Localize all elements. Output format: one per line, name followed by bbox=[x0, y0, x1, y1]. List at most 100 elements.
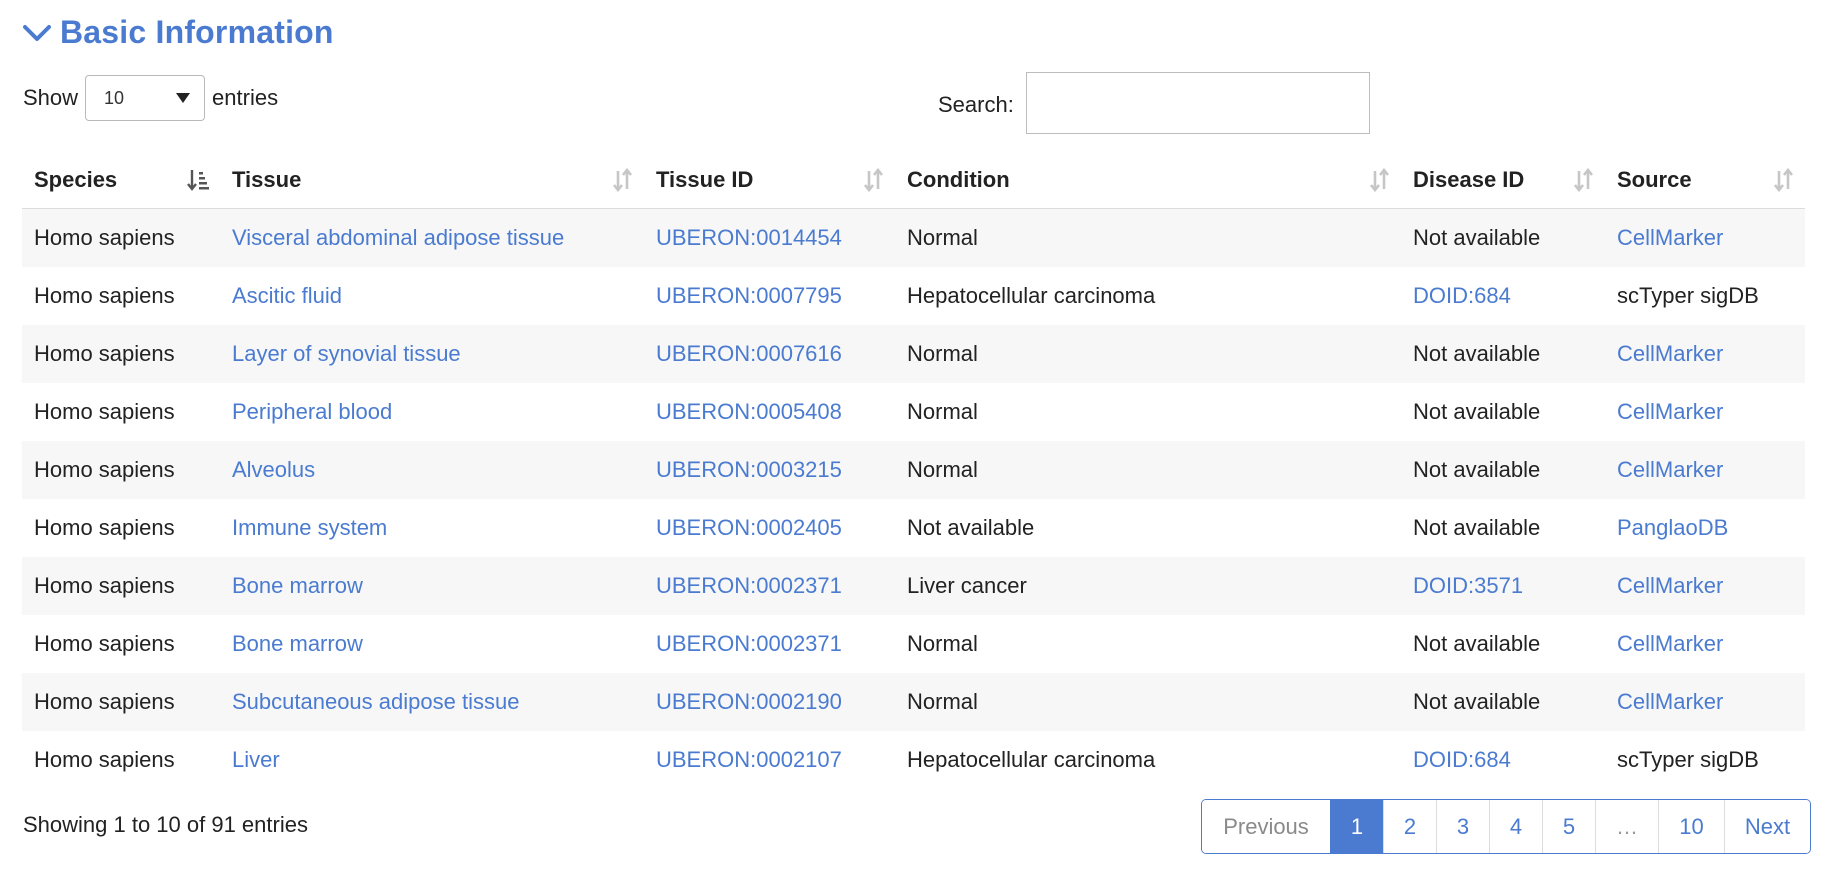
cell-condition: Hepatocellular carcinoma bbox=[895, 731, 1401, 789]
entries-label: entries bbox=[212, 85, 279, 110]
cell-species: Homo sapiens bbox=[22, 499, 220, 557]
cell-disease-id: Not available bbox=[1401, 325, 1605, 383]
tissue-link[interactable]: Layer of synovial tissue bbox=[220, 325, 644, 383]
page-length-value: 10 bbox=[104, 87, 125, 108]
cell-condition: Normal bbox=[895, 673, 1401, 731]
sort-both-icon bbox=[1369, 168, 1390, 192]
column-header-label: Condition bbox=[907, 167, 1010, 192]
tissue-id-link[interactable]: UBERON:0014454 bbox=[644, 208, 895, 267]
search-input[interactable] bbox=[1025, 72, 1370, 134]
page: Basic Information Show 10 entries Search… bbox=[0, 0, 1826, 869]
page-length-control: Show 10 entries bbox=[23, 75, 278, 121]
cell-disease-id: Not available bbox=[1401, 383, 1605, 441]
pagination: Previous 1 2 3 4 5 … 10 Next bbox=[1201, 799, 1811, 854]
pagination-ellipsis: … bbox=[1595, 800, 1658, 853]
tissue-id-link[interactable]: UBERON:0002190 bbox=[644, 673, 895, 731]
cell-species: Homo sapiens bbox=[22, 383, 220, 441]
tissue-link[interactable]: Liver bbox=[220, 731, 644, 789]
column-header-source[interactable]: Source bbox=[1605, 152, 1805, 209]
cell-condition: Normal bbox=[895, 383, 1401, 441]
dropdown-arrow-icon bbox=[176, 93, 191, 103]
column-header-label: Tissue bbox=[232, 167, 302, 192]
section-toggle[interactable]: Basic Information bbox=[22, 14, 334, 51]
table-row: Homo sapiens Visceral abdominal adipose … bbox=[22, 208, 1805, 267]
tissue-id-link[interactable]: UBERON:0003215 bbox=[644, 441, 895, 499]
table-row: Homo sapiens Layer of synovial tissue UB… bbox=[22, 325, 1805, 383]
page-button-1[interactable]: 1 bbox=[1330, 800, 1383, 853]
table-row: Homo sapiens Immune system UBERON:000240… bbox=[22, 499, 1805, 557]
page-button-2[interactable]: 2 bbox=[1383, 800, 1436, 853]
column-header-label: Species bbox=[34, 167, 118, 192]
table-row: Homo sapiens Peripheral blood UBERON:000… bbox=[22, 383, 1805, 441]
source-link[interactable]: CellMarker bbox=[1605, 383, 1805, 441]
tissue-id-link[interactable]: UBERON:0002405 bbox=[644, 499, 895, 557]
disease-id-link[interactable]: DOID:684 bbox=[1401, 267, 1605, 325]
tissue-id-link[interactable]: UBERON:0007616 bbox=[644, 325, 895, 383]
cell-condition: Hepatocellular carcinoma bbox=[895, 267, 1401, 325]
section-title: Basic Information bbox=[60, 14, 334, 50]
source-link[interactable]: CellMarker bbox=[1605, 557, 1805, 615]
column-header-label: Tissue ID bbox=[656, 167, 754, 192]
cell-condition: Normal bbox=[895, 325, 1401, 383]
cell-condition: Normal bbox=[895, 441, 1401, 499]
cell-species: Homo sapiens bbox=[22, 441, 220, 499]
tissue-id-link[interactable]: UBERON:0002371 bbox=[644, 615, 895, 673]
previous-button[interactable]: Previous bbox=[1202, 800, 1330, 853]
sort-ascending-icon bbox=[187, 170, 209, 191]
tissue-link[interactable]: Visceral abdominal adipose tissue bbox=[220, 208, 644, 267]
source-link[interactable]: CellMarker bbox=[1605, 615, 1805, 673]
tissue-id-link[interactable]: UBERON:0007795 bbox=[644, 267, 895, 325]
cell-species: Homo sapiens bbox=[22, 673, 220, 731]
column-header-disease-id[interactable]: Disease ID bbox=[1401, 152, 1605, 209]
source-link[interactable]: CellMarker bbox=[1605, 208, 1805, 267]
cell-species: Homo sapiens bbox=[22, 267, 220, 325]
table-info: Showing 1 to 10 of 91 entries bbox=[23, 812, 308, 837]
tissue-link[interactable]: Bone marrow bbox=[220, 615, 644, 673]
cell-source: scTyper sigDB bbox=[1605, 731, 1805, 789]
tissue-link[interactable]: Ascitic fluid bbox=[220, 267, 644, 325]
tissue-link[interactable]: Alveolus bbox=[220, 441, 644, 499]
search-control: Search: bbox=[938, 72, 1370, 134]
source-link[interactable]: PanglaoDB bbox=[1605, 499, 1805, 557]
tissue-id-link[interactable]: UBERON:0002371 bbox=[644, 557, 895, 615]
page-button-10[interactable]: 10 bbox=[1658, 800, 1724, 853]
table-header-row: Species Tissue Tissue ID Condition Disea… bbox=[22, 152, 1805, 209]
disease-id-link[interactable]: DOID:3571 bbox=[1401, 557, 1605, 615]
cell-disease-id: Not available bbox=[1401, 673, 1605, 731]
source-link[interactable]: CellMarker bbox=[1605, 673, 1805, 731]
source-link[interactable]: CellMarker bbox=[1605, 441, 1805, 499]
column-header-tissue[interactable]: Tissue bbox=[220, 152, 644, 209]
page-button-5[interactable]: 5 bbox=[1542, 800, 1595, 853]
tissue-link[interactable]: Subcutaneous adipose tissue bbox=[220, 673, 644, 731]
table-row: Homo sapiens Bone marrow UBERON:0002371 … bbox=[22, 557, 1805, 615]
column-header-tissue-id[interactable]: Tissue ID bbox=[644, 152, 895, 209]
sort-both-icon bbox=[1573, 168, 1594, 192]
cell-disease-id: Not available bbox=[1401, 615, 1605, 673]
tissue-id-link[interactable]: UBERON:0002107 bbox=[644, 731, 895, 789]
page-button-4[interactable]: 4 bbox=[1489, 800, 1542, 853]
tissue-link[interactable]: Bone marrow bbox=[220, 557, 644, 615]
cell-disease-id: Not available bbox=[1401, 499, 1605, 557]
cell-condition: Liver cancer bbox=[895, 557, 1401, 615]
show-label: Show bbox=[23, 85, 79, 110]
sort-both-icon bbox=[1773, 168, 1794, 192]
tissue-link[interactable]: Immune system bbox=[220, 499, 644, 557]
cell-species: Homo sapiens bbox=[22, 208, 220, 267]
cell-species: Homo sapiens bbox=[22, 731, 220, 789]
page-button-3[interactable]: 3 bbox=[1436, 800, 1489, 853]
cell-source: scTyper sigDB bbox=[1605, 267, 1805, 325]
page-length-select[interactable]: 10 bbox=[85, 75, 206, 121]
cell-disease-id: Not available bbox=[1401, 441, 1605, 499]
cell-condition: Not available bbox=[895, 499, 1401, 557]
column-header-species[interactable]: Species bbox=[22, 152, 220, 209]
next-button[interactable]: Next bbox=[1724, 800, 1810, 853]
column-header-condition[interactable]: Condition bbox=[895, 152, 1401, 209]
table-row: Homo sapiens Liver UBERON:0002107 Hepato… bbox=[22, 731, 1805, 789]
tissue-link[interactable]: Peripheral blood bbox=[220, 383, 644, 441]
disease-id-link[interactable]: DOID:684 bbox=[1401, 731, 1605, 789]
tissue-id-link[interactable]: UBERON:0005408 bbox=[644, 383, 895, 441]
sort-both-icon bbox=[612, 168, 633, 192]
cell-condition: Normal bbox=[895, 615, 1401, 673]
column-header-label: Source bbox=[1617, 167, 1692, 192]
source-link[interactable]: CellMarker bbox=[1605, 325, 1805, 383]
